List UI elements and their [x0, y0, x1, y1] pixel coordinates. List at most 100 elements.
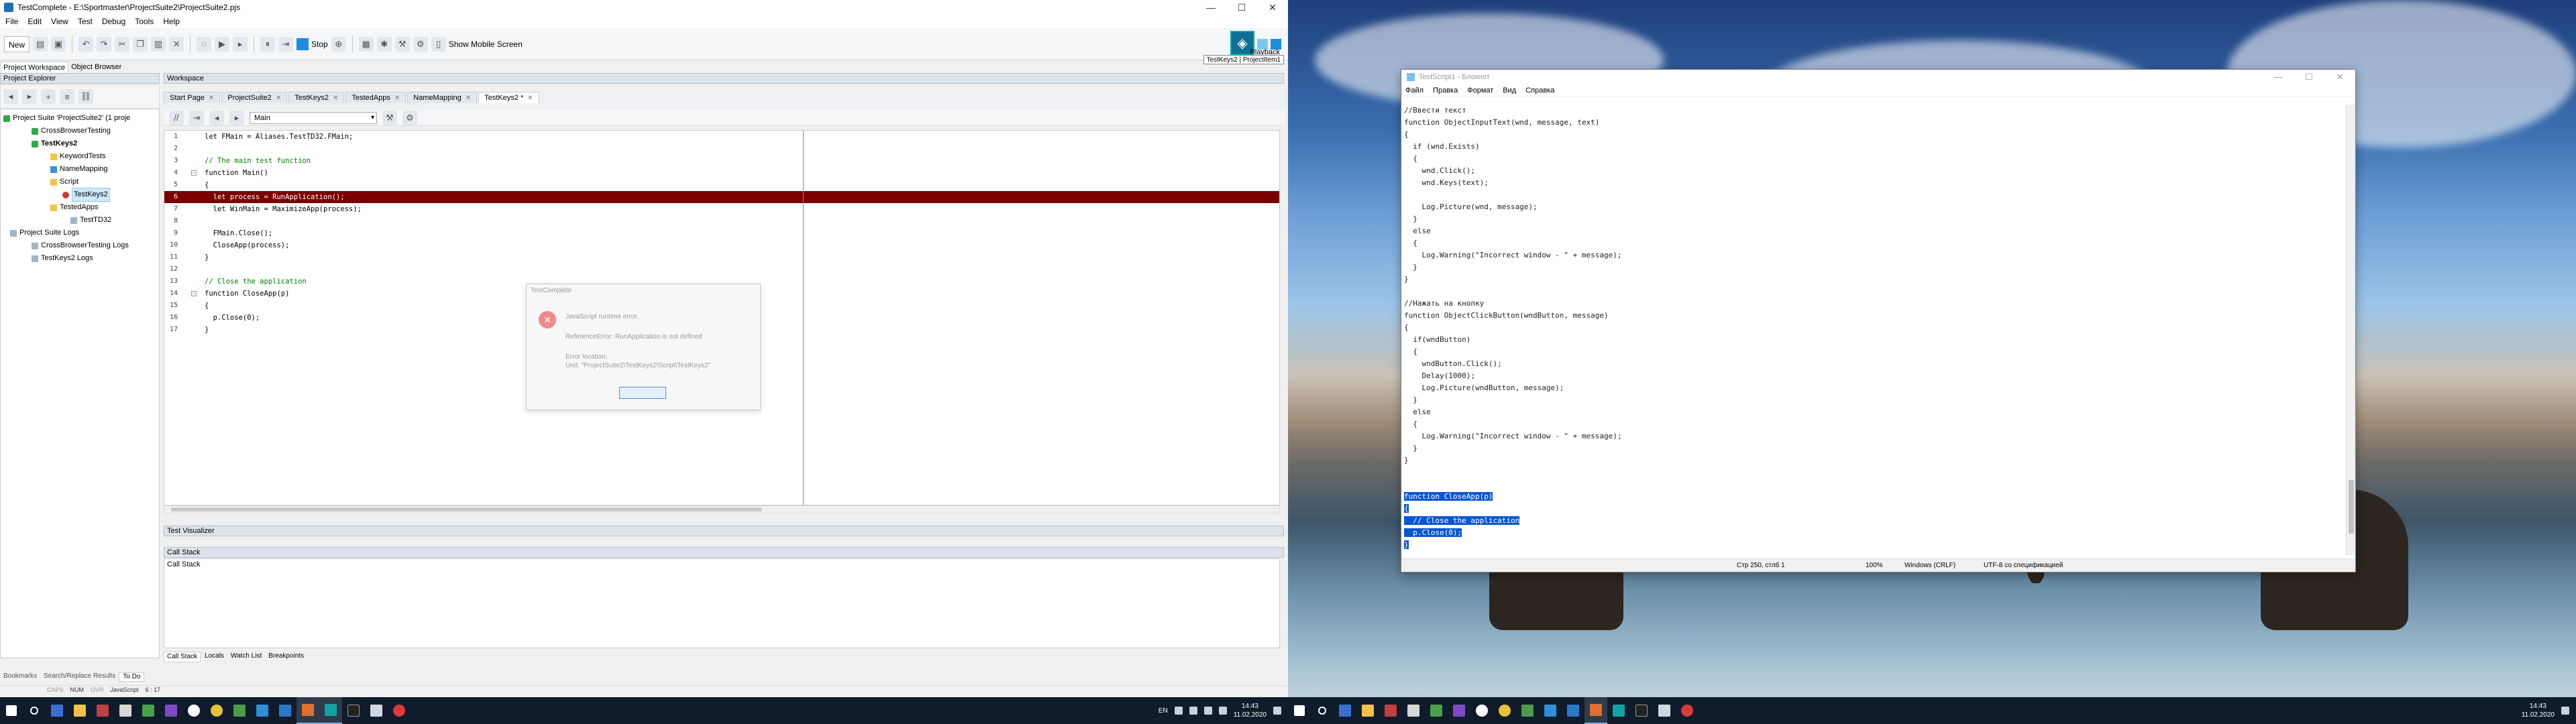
- bug-icon[interactable]: ✱: [376, 36, 392, 52]
- maximize-button[interactable]: ☐: [1226, 0, 1257, 15]
- tree-item[interactable]: TestKeys2 Logs: [1, 252, 159, 265]
- taskbar-app[interactable]: [388, 697, 411, 724]
- maximize-button[interactable]: ☐: [2294, 70, 2324, 84]
- taskbar-app[interactable]: [91, 697, 114, 724]
- new-button[interactable]: New: [4, 36, 30, 52]
- forward-icon[interactable]: ▸: [22, 89, 37, 104]
- cut-icon[interactable]: ✂: [115, 36, 130, 52]
- close-tab-icon[interactable]: ✕: [466, 93, 471, 104]
- settings-icon[interactable]: ⚙: [402, 110, 417, 125]
- code-line[interactable]: 9 FMain.Close();: [164, 227, 1279, 239]
- back-nav-icon[interactable]: ◂: [209, 110, 224, 125]
- taskbar-app[interactable]: [365, 697, 388, 724]
- search-icon[interactable]: [23, 697, 46, 724]
- tab-todo[interactable]: To Do: [119, 672, 145, 682]
- object-spy-icon[interactable]: ⊕: [331, 36, 346, 52]
- search-icon[interactable]: [1311, 697, 1334, 724]
- notepad-text-area[interactable]: //Ввести текст function ObjectInputText(w…: [1404, 105, 2346, 549]
- stop-button[interactable]: Stop: [297, 38, 328, 50]
- back-icon[interactable]: ◂: [3, 89, 18, 104]
- tab-locals[interactable]: Locals: [202, 652, 227, 662]
- close-button[interactable]: ✕: [1257, 0, 1288, 15]
- taskbar-app[interactable]: [342, 697, 365, 724]
- scrollbar-thumb[interactable]: [2349, 480, 2354, 534]
- routine-select[interactable]: Main: [250, 111, 377, 124]
- volume-icon[interactable]: [1189, 707, 1197, 715]
- show-mobile-screen-button[interactable]: ▯ Show Mobile Screen: [431, 36, 523, 52]
- close-tab-icon[interactable]: ✕: [394, 93, 400, 104]
- tab-testkeys2-script[interactable]: TestKeys2 * ✕: [478, 92, 539, 103]
- tab-start-page[interactable]: Start Page ✕: [164, 92, 221, 103]
- tree-item[interactable]: CrossBrowserTesting: [1, 125, 159, 137]
- menu-format[interactable]: Формат: [1467, 86, 1493, 95]
- menu-test[interactable]: Test: [78, 17, 93, 26]
- tree-item[interactable]: TestKeys2: [1, 137, 159, 150]
- taskbar-app[interactable]: [1585, 697, 1607, 724]
- code-line[interactable]: 2: [164, 143, 1279, 155]
- taskbar-app[interactable]: [1356, 697, 1379, 724]
- link-icon[interactable]: ⛓: [78, 89, 93, 104]
- minimize-button[interactable]: —: [1195, 0, 1226, 15]
- code-line[interactable]: 5{: [164, 179, 1279, 191]
- taskbar-app[interactable]: [1448, 697, 1470, 724]
- code-line[interactable]: 11}: [164, 251, 1279, 263]
- code-line[interactable]: 6 let process = RunApplication();: [164, 191, 1279, 203]
- properties-icon[interactable]: ≡: [60, 89, 74, 104]
- taskbar-app[interactable]: [251, 697, 274, 724]
- paste-icon[interactable]: ▥: [151, 36, 166, 52]
- notification-icon[interactable]: [1218, 707, 1227, 715]
- menu-view[interactable]: Вид: [1503, 86, 1516, 95]
- language-indicator[interactable]: EN: [1159, 707, 1168, 715]
- delete-icon[interactable]: ✕: [169, 36, 184, 52]
- step-icon[interactable]: ⇥: [278, 36, 294, 52]
- taskbar-app[interactable]: [1539, 697, 1562, 724]
- menu-file[interactable]: Файл: [1405, 86, 1424, 95]
- tab-call-stack[interactable]: Call Stack: [164, 652, 201, 662]
- run-test-icon[interactable]: ▸: [233, 36, 248, 52]
- taskbar-app[interactable]: [297, 697, 319, 724]
- action-center-icon[interactable]: [2561, 707, 2569, 715]
- battery-icon[interactable]: [1203, 707, 1212, 715]
- tab-object-browser[interactable]: Object Browser: [68, 62, 124, 72]
- taskbar-app[interactable]: [1402, 697, 1425, 724]
- minimize-button[interactable]: —: [2263, 70, 2294, 84]
- tab-testedapps[interactable]: TestedApps ✕: [345, 92, 407, 104]
- network-icon[interactable]: [1174, 707, 1183, 715]
- grid-icon[interactable]: ▦: [358, 36, 374, 52]
- start-button[interactable]: [1288, 697, 1311, 724]
- tab-watch-list[interactable]: Watch List: [228, 652, 264, 662]
- tab-bookmarks[interactable]: Bookmarks: [0, 672, 40, 682]
- taskbar-app[interactable]: [182, 697, 205, 724]
- taskbar-app[interactable]: [1607, 697, 1630, 724]
- taskbar-app[interactable]: [1379, 697, 1402, 724]
- settings-icon[interactable]: ⚙: [413, 36, 428, 52]
- tab-namemapping[interactable]: NameMapping ✕: [407, 92, 478, 104]
- code-line[interactable]: 12: [164, 263, 1279, 276]
- clock[interactable]: 14:43 11.02.2020: [2522, 702, 2555, 719]
- copy-icon[interactable]: ❐: [133, 36, 148, 52]
- menu-tools[interactable]: Tools: [135, 17, 154, 26]
- taskbar-app[interactable]: [68, 697, 91, 724]
- ok-button[interactable]: [619, 387, 666, 399]
- taskbar-app[interactable]: [1562, 697, 1585, 724]
- tools-icon[interactable]: ⚒: [382, 110, 397, 125]
- taskbar-app[interactable]: [205, 697, 228, 724]
- pause-icon[interactable]: ⏸: [260, 36, 276, 52]
- close-button[interactable]: ✕: [2324, 70, 2355, 84]
- tree-item[interactable]: TestKeys2: [1, 188, 159, 202]
- taskbar-app[interactable]: [1425, 697, 1448, 724]
- menu-edit[interactable]: Правка: [1433, 86, 1458, 95]
- indent-icon[interactable]: ⇥: [189, 110, 204, 125]
- fold-icon[interactable]: −: [191, 291, 197, 296]
- tree-item[interactable]: TestedApps: [1, 201, 159, 214]
- tree-item[interactable]: Project Suite Logs: [1, 227, 159, 239]
- tab-search-replace[interactable]: Search/Replace Results: [40, 672, 119, 682]
- menu-help[interactable]: Help: [163, 17, 180, 26]
- menu-help[interactable]: Справка: [1525, 86, 1554, 95]
- taskbar-app[interactable]: [1493, 697, 1516, 724]
- code-line[interactable]: 3 // The main test function: [164, 155, 1279, 167]
- menu-edit[interactable]: Edit: [28, 17, 42, 26]
- taskbar-app[interactable]: [46, 697, 68, 724]
- tab-projectsuite2[interactable]: ProjectSuite2 ✕: [221, 92, 288, 103]
- taskbar-app[interactable]: [319, 697, 342, 724]
